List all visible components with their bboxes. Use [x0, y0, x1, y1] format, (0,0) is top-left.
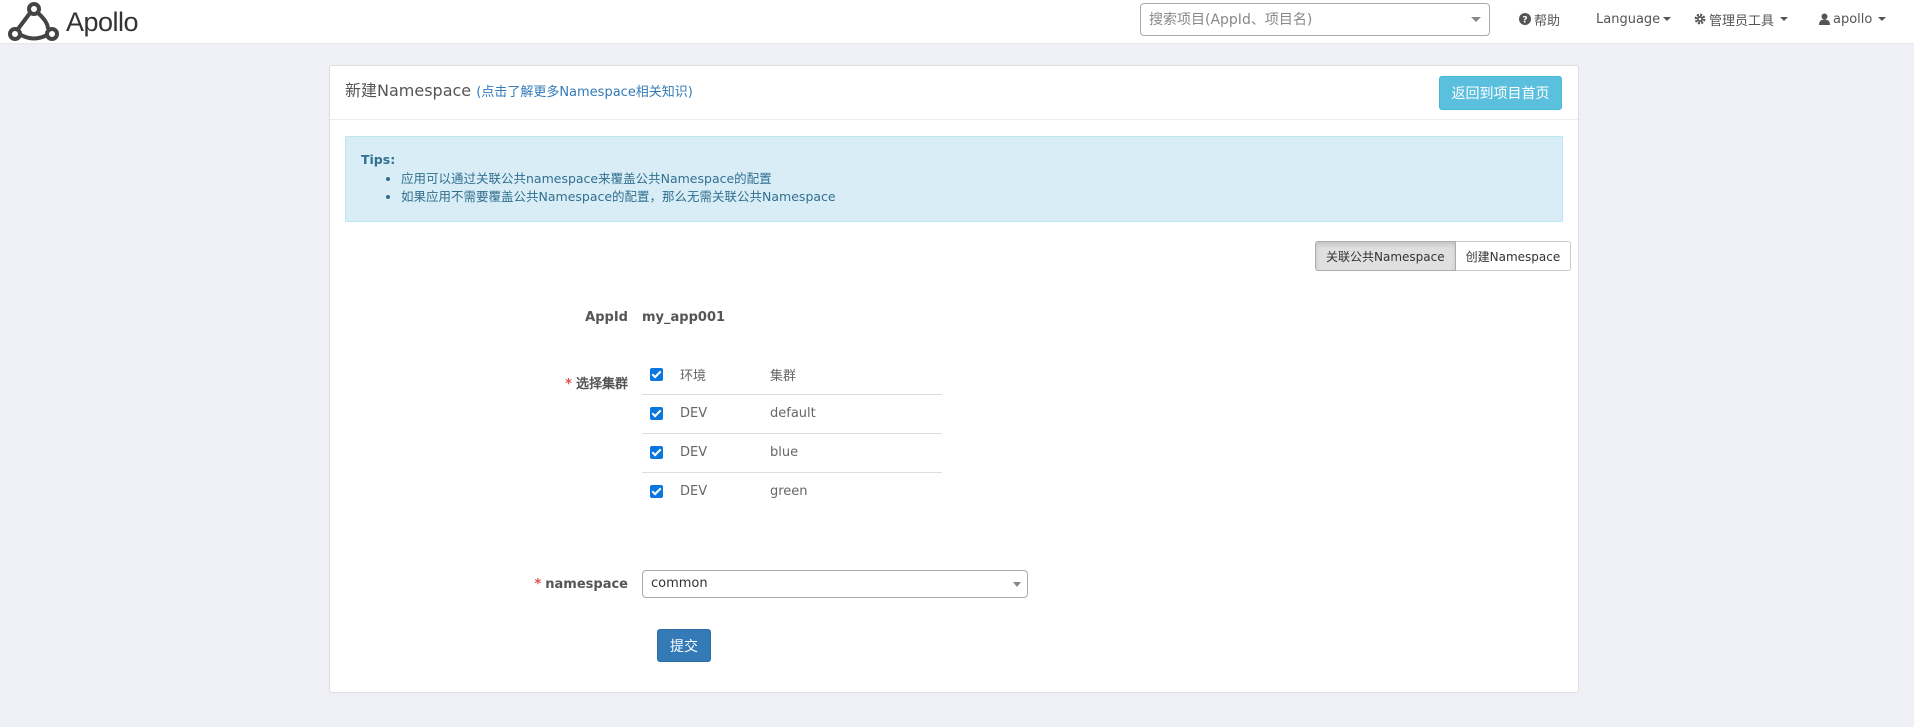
cluster-table: 环境 集群 DEV default DEV blue DEV green: [642, 355, 942, 511]
table-row: DEV green: [642, 471, 942, 511]
cluster-env: DEV: [680, 393, 770, 433]
submit-button[interactable]: 提交: [657, 629, 711, 662]
cluster-label: * 选择集群: [565, 373, 628, 392]
caret-down-icon: [1878, 17, 1887, 21]
namespace-select[interactable]: common: [642, 570, 1028, 598]
cluster-header: 集群: [770, 368, 797, 384]
cluster-name: green: [770, 471, 942, 511]
cluster-table-header: 环境 集群: [642, 355, 942, 394]
cluster-env: DEV: [680, 471, 770, 511]
apollo-logo-icon: [8, 2, 59, 41]
table-row: DEV default: [642, 393, 942, 433]
question-circle-icon: ?: [1519, 13, 1531, 25]
svg-text:?: ?: [1522, 16, 1527, 26]
chevron-down-icon: [1013, 582, 1021, 587]
appid-value: my_app001: [642, 310, 726, 325]
nav-help[interactable]: ? 帮助: [1519, 0, 1560, 38]
nav-language[interactable]: Language: [1596, 0, 1672, 38]
required-mark: *: [534, 577, 542, 592]
brand-logo[interactable]: Apollo: [8, 0, 139, 44]
nav-language-label: Language: [1596, 11, 1661, 27]
env-header: 环境: [680, 368, 707, 384]
cluster-checkbox[interactable]: [650, 485, 663, 499]
cluster-name: blue: [770, 432, 942, 472]
namespace-mode-toggle: 关联公共Namespace 创建Namespace: [1315, 241, 1572, 271]
form-labels: AppId * 选择集群 * namespace: [330, 66, 628, 692]
project-search-input[interactable]: [1141, 4, 1461, 35]
link-public-namespace-button[interactable]: 关联公共Namespace: [1315, 241, 1456, 271]
nav-user-label: apollo: [1833, 11, 1873, 27]
create-namespace-panel: 新建Namespace (点击了解更多Namespace相关知识) 返回到项目首…: [329, 65, 1579, 693]
required-mark: *: [565, 377, 572, 392]
cluster-env: DEV: [680, 432, 770, 472]
caret-down-icon: [1780, 17, 1789, 21]
top-navbar: Apollo ? 帮助 Language 管理员工具: [0, 0, 1914, 44]
cluster-label-text: 选择集群: [575, 377, 628, 392]
select-all-checkbox[interactable]: [650, 367, 663, 381]
nav-admin-tools-label: 管理员工具: [1709, 13, 1775, 29]
cluster-checkbox[interactable]: [650, 407, 663, 420]
namespace-selected-value: common: [651, 576, 708, 591]
nav-admin-tools[interactable]: 管理员工具: [1694, 0, 1789, 38]
brand-name: Apollo: [66, 6, 139, 37]
gear-icon: [1694, 13, 1706, 25]
project-search[interactable]: [1140, 3, 1490, 36]
caret-down-icon: [1663, 17, 1672, 21]
cluster-name: default: [770, 393, 942, 433]
nav-user-menu[interactable]: apollo: [1819, 0, 1887, 38]
user-icon: [1819, 13, 1830, 25]
nav-help-label: 帮助: [1534, 13, 1561, 29]
table-row: DEV blue: [642, 432, 942, 472]
chevron-down-icon[interactable]: [1471, 17, 1481, 22]
namespace-label-text: namespace: [545, 577, 628, 592]
appid-label: AppId: [585, 310, 628, 325]
namespace-label: * namespace: [534, 577, 628, 592]
create-namespace-button[interactable]: 创建Namespace: [1455, 241, 1572, 271]
back-to-project-button[interactable]: 返回到项目首页: [1439, 76, 1562, 110]
cluster-checkbox[interactable]: [650, 446, 663, 459]
